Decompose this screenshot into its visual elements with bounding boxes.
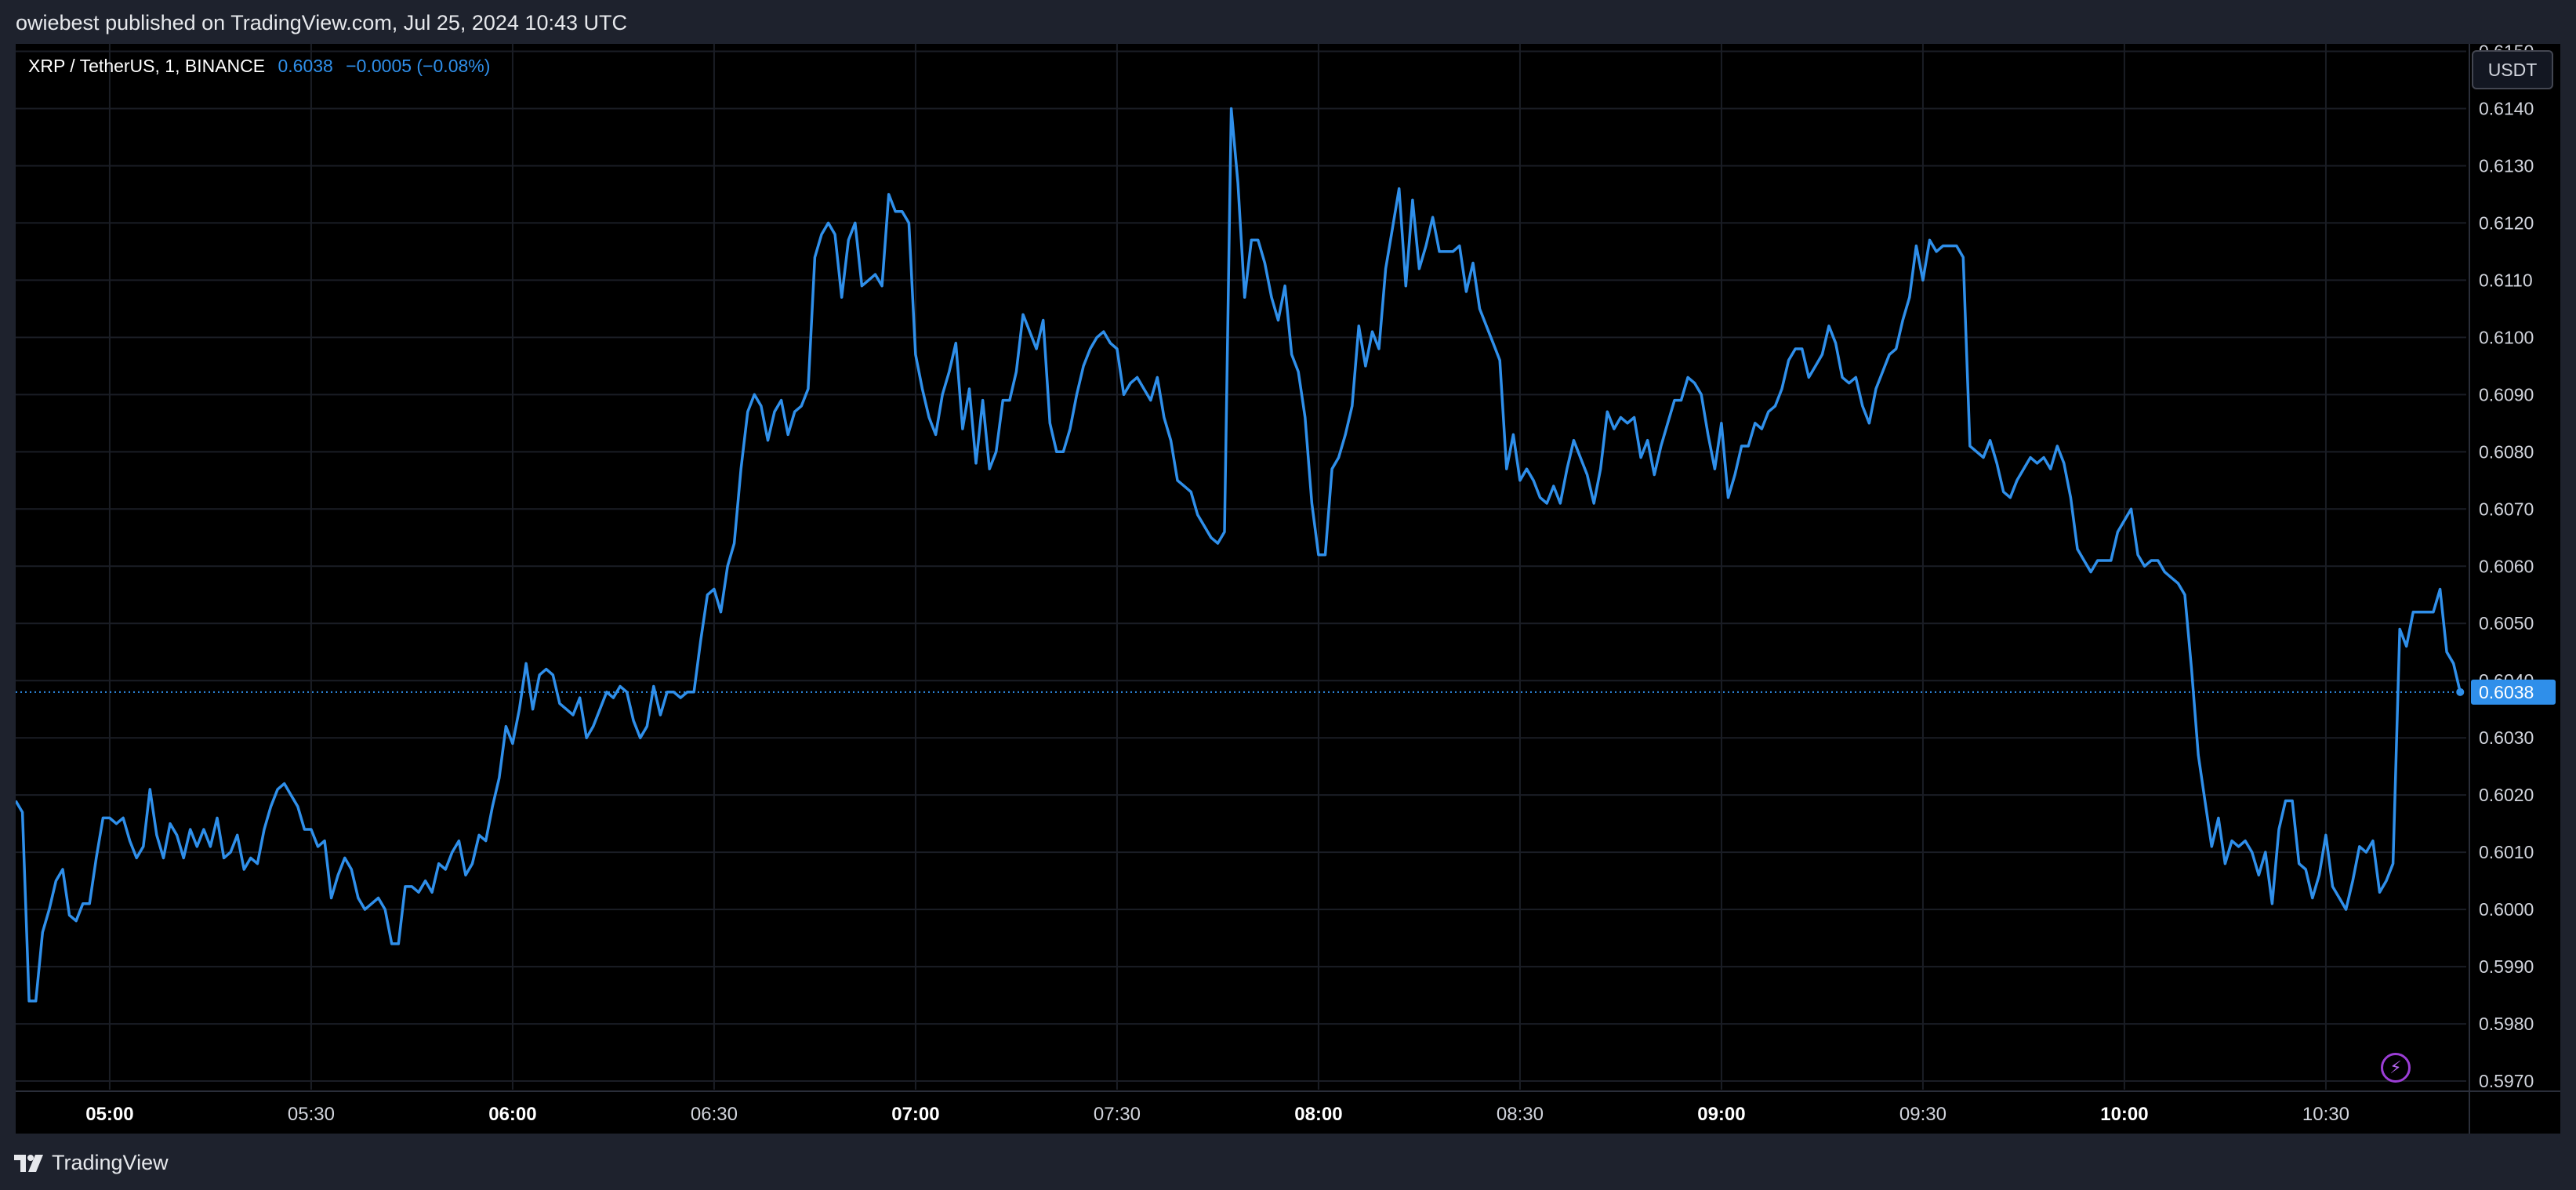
lightning-icon[interactable]: ⚡︎ [2381, 1053, 2411, 1083]
time-tick-label: 05:30 [288, 1104, 335, 1125]
price-tick-label: 0.5970 [2479, 1071, 2534, 1091]
time-tick-label: 06:30 [691, 1104, 738, 1125]
price-tick-label: 0.6100 [2479, 327, 2534, 347]
time-tick-label: 08:30 [1497, 1104, 1544, 1125]
tradingview-logo-icon [14, 1154, 43, 1172]
time-tick-label: 08:00 [1294, 1104, 1342, 1125]
chart-grid [16, 44, 2560, 1134]
header-bar: owiebest published on TradingView.com, J… [0, 0, 2576, 44]
last-price-dot [2456, 688, 2465, 696]
price-tick-label: 0.6120 [2479, 212, 2534, 233]
last-price-group: 0.6038 [16, 679, 2556, 705]
price-tick-label: 0.6110 [2479, 270, 2533, 290]
price-tick-label: 0.6020 [2479, 785, 2534, 805]
time-tick-label: 06:00 [488, 1104, 536, 1125]
price-series [16, 107, 2462, 1003]
symbol-legend: XRP / TetherUS, 1, BINANCE 0.6038 −0.000… [28, 56, 490, 77]
price-tick-label: 0.6070 [2479, 499, 2534, 519]
price-tick-label: 0.5990 [2479, 956, 2534, 977]
time-tick-label: 10:00 [2100, 1104, 2148, 1125]
price-tick-label: 0.6010 [2479, 842, 2534, 862]
time-tick-label: 09:00 [1697, 1104, 1745, 1125]
currency-button[interactable]: USDT [2472, 50, 2553, 89]
footer-bar: TradingView [0, 1134, 2576, 1190]
tradingview-logo[interactable]: TradingView [14, 1151, 169, 1175]
chart-area[interactable]: 0.5970 0.5980 0.5990 0.6000 0.6010 0.6020 0.60… [16, 44, 2560, 1134]
last-price-label: 0.6038 [2479, 682, 2534, 702]
price-line[interactable] [16, 107, 2462, 1003]
price-tick-label: 0.6140 [2479, 98, 2534, 118]
time-tick-label: 07:30 [1094, 1104, 1141, 1125]
price-tick-label: 0.6000 [2479, 899, 2534, 920]
time-tick-label: 07:00 [891, 1104, 939, 1125]
publisher-info: owiebest published on TradingView.com, J… [16, 11, 627, 34]
price-tick-label: 0.6080 [2479, 441, 2534, 462]
price-chart[interactable]: 0.5970 0.5980 0.5990 0.6000 0.6010 0.6020 0.60… [16, 44, 2560, 1134]
price-tick-label: 0.6030 [2479, 727, 2534, 748]
time-tick-label: 09:30 [1899, 1104, 1947, 1125]
time-tick-label: 10:30 [2302, 1104, 2349, 1125]
time-axis: 05:00 05:30 06:00 06:30 07:00 07:30 08:00 08:30… [85, 1104, 2349, 1125]
price-tick-label: 0.6050 [2479, 613, 2534, 633]
time-tick-label: 05:00 [85, 1104, 133, 1125]
price-tick-label: 0.6060 [2479, 556, 2534, 576]
legend-price: 0.6038 [278, 56, 333, 76]
legend-change: −0.0005 (−0.08%) [346, 56, 491, 76]
price-axis: 0.5970 0.5980 0.5990 0.6000 0.6010 0.6020 0.60… [2479, 44, 2534, 1091]
symbol-name[interactable]: XRP / TetherUS, 1, BINANCE [28, 56, 265, 76]
price-tick-label: 0.6090 [2479, 384, 2534, 405]
brand-name: TradingView [52, 1151, 169, 1174]
price-tick-label: 0.6130 [2479, 155, 2534, 176]
price-tick-label: 0.5980 [2479, 1014, 2534, 1034]
